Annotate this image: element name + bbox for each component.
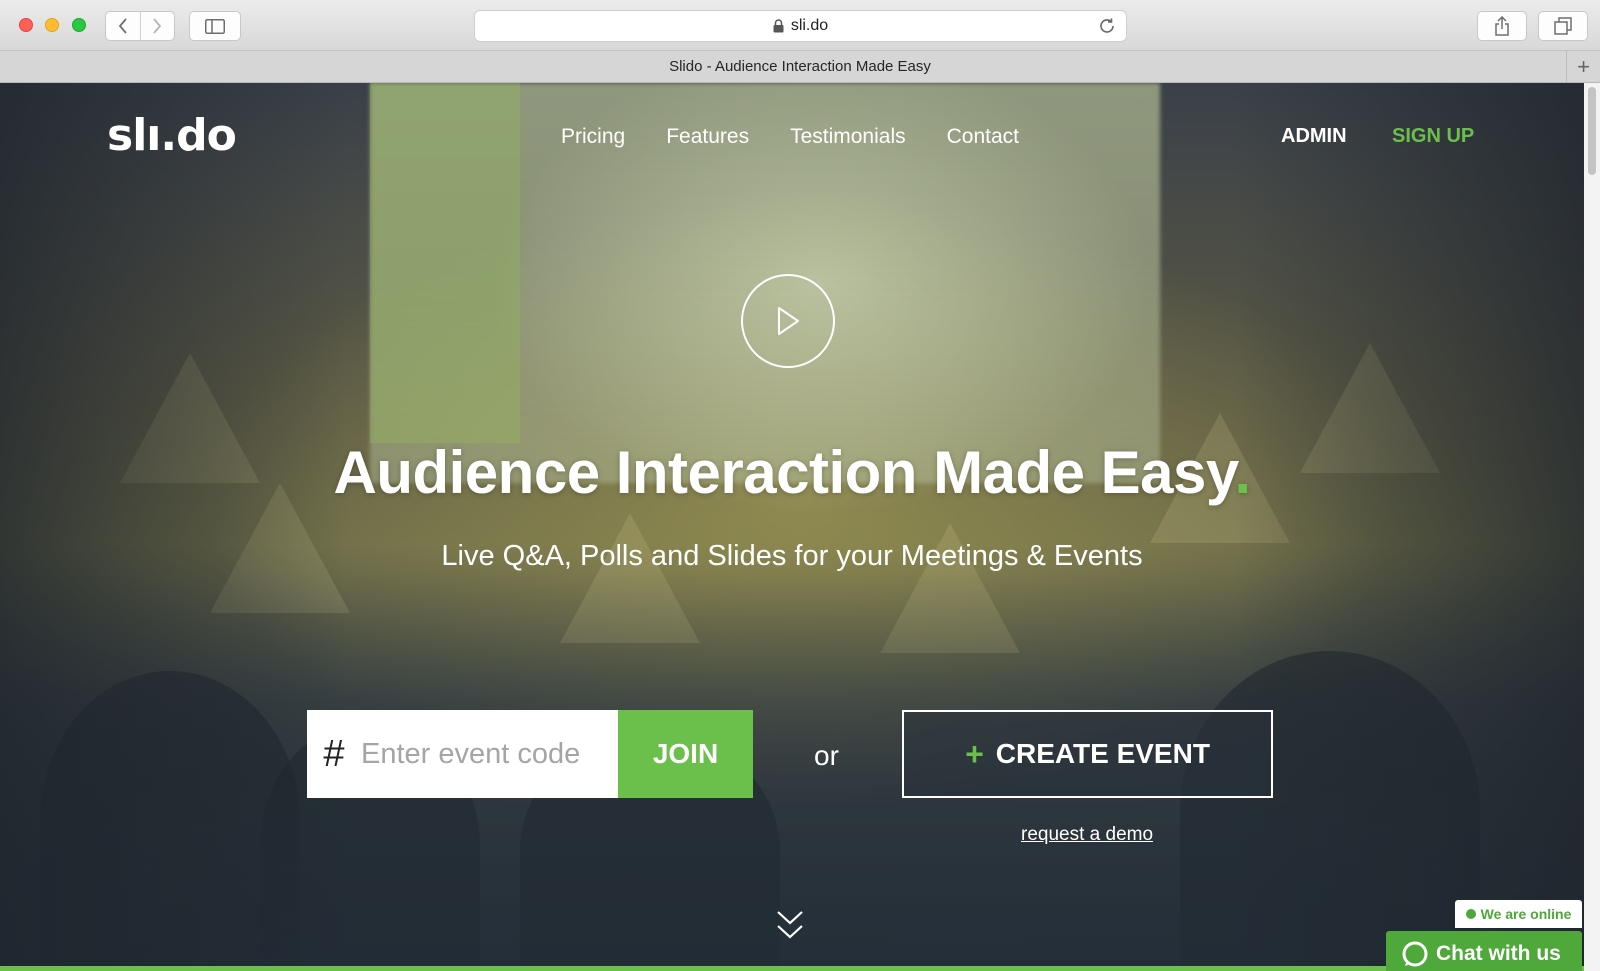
show-tabs-button[interactable] [1538, 11, 1588, 41]
tab-bar: Slido - Audience Interaction Made Easy + [0, 51, 1600, 83]
play-video-button[interactable] [741, 274, 835, 368]
scrollbar-thumb[interactable] [1588, 87, 1596, 175]
hero-subheadline: Live Q&A, Polls and Slides for your Meet… [441, 540, 1143, 572]
forward-button[interactable] [139, 12, 175, 40]
share-icon [1495, 16, 1509, 36]
headline-text: Audience Interaction Made Easy [333, 439, 1235, 506]
nav-testimonials[interactable]: Testimonials [790, 125, 906, 149]
chevron-down-icon [777, 911, 803, 939]
event-code-input[interactable] [361, 710, 618, 798]
headline-accent-dot: . [1234, 439, 1251, 506]
online-status-icon [1465, 909, 1476, 919]
browser-titlebar: sli.do [0, 0, 1600, 51]
tabs-icon [1554, 17, 1572, 35]
plus-icon: + [1577, 53, 1590, 79]
main-nav: Pricing Features Testimonials Contact [561, 125, 1060, 149]
close-window-button[interactable] [19, 18, 33, 32]
bottom-accent-bar [0, 966, 1584, 971]
slido-logo[interactable]: slı.do [107, 110, 237, 161]
hash-prefix: # [323, 732, 345, 775]
reload-icon[interactable] [1098, 17, 1116, 35]
background-vignette [0, 83, 1584, 971]
share-button[interactable] [1477, 11, 1527, 41]
zoom-window-button[interactable] [72, 18, 86, 32]
tab-active[interactable]: Slido - Audience Interaction Made Easy [669, 58, 931, 75]
lock-icon [773, 19, 784, 33]
minimize-window-button[interactable] [45, 18, 59, 32]
url-text: sli.do [790, 17, 829, 34]
chat-bubble-icon [1402, 941, 1428, 967]
nav-pricing[interactable]: Pricing [561, 125, 625, 149]
join-event-form: # JOIN [307, 710, 753, 798]
create-event-label: CREATE EVENT [995, 738, 1210, 769]
address-bar[interactable]: sli.do [474, 10, 1127, 42]
page-viewport: slı.do Pricing Features Testimonials Con… [0, 83, 1600, 971]
nav-contact[interactable]: Contact [947, 125, 1019, 149]
history-nav [105, 11, 175, 41]
chevron-left-icon [118, 18, 127, 34]
join-button[interactable]: JOIN [618, 710, 753, 798]
or-separator: or [814, 740, 839, 771]
scroll-down-button[interactable] [774, 909, 806, 946]
chat-status-text: We are online [1480, 906, 1572, 922]
chat-online-badge: We are online [1455, 900, 1582, 928]
nav-features[interactable]: Features [666, 125, 749, 149]
new-tab-button[interactable]: + [1566, 51, 1600, 82]
sidebar-toggle-button[interactable] [189, 11, 241, 41]
chat-with-us-button[interactable]: Chat with us [1386, 931, 1582, 971]
back-button[interactable] [106, 12, 140, 40]
signup-link[interactable]: SIGN UP [1392, 125, 1474, 148]
create-event-button[interactable]: + CREATE EVENT [902, 710, 1273, 798]
chat-button-label: Chat with us [1436, 941, 1561, 965]
page-scrollbar[interactable] [1584, 83, 1600, 971]
sidebar-icon [205, 18, 225, 34]
plus-icon: + [965, 735, 984, 772]
admin-link[interactable]: ADMIN [1281, 125, 1347, 148]
request-demo-link[interactable]: request a demo [1021, 824, 1153, 846]
play-icon [778, 307, 799, 335]
hero-headline: Audience Interaction Made Easy. [0, 438, 1584, 507]
chevron-right-icon [153, 18, 162, 34]
hero-section: slı.do Pricing Features Testimonials Con… [0, 83, 1584, 971]
